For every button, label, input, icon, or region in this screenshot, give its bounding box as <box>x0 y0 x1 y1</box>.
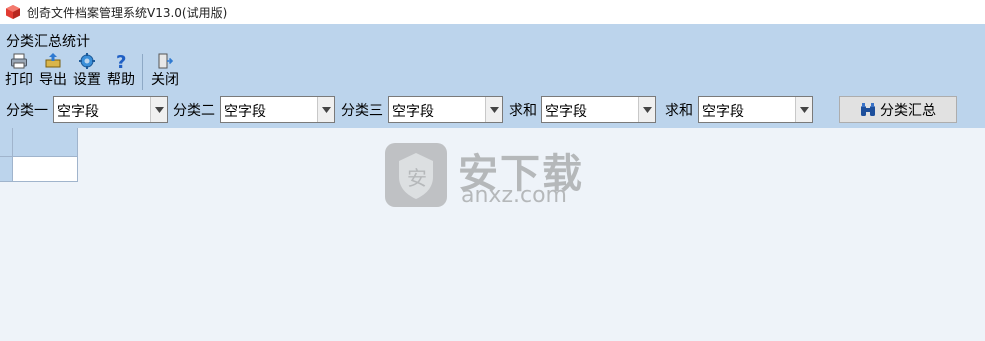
close-label: 关闭 <box>151 72 179 88</box>
category2-select[interactable]: 空字段 <box>220 96 335 123</box>
app-logo-icon <box>6 5 20 19</box>
print-button[interactable]: 打印 <box>2 52 36 89</box>
close-button[interactable]: 关闭 <box>148 52 182 89</box>
grid-corner-cell <box>0 128 13 157</box>
sum2-select[interactable]: 空字段 <box>698 96 813 123</box>
summary-button[interactable]: 分类汇总 <box>839 96 957 123</box>
grid-header-cell[interactable] <box>13 128 78 157</box>
category1-label: 分类一 <box>6 103 48 119</box>
toolbar: 打印 导出 设置 ? 帮助 关闭 <box>2 52 182 92</box>
chevron-down-icon[interactable] <box>317 97 334 122</box>
sum1-label: 求和 <box>509 103 537 119</box>
category2-label: 分类二 <box>173 103 215 119</box>
summary-button-label: 分类汇总 <box>880 102 936 119</box>
filter-bar: 分类一 空字段 分类二 空字段 分类三 空字段 求和 空字段 求和 空字段 分类… <box>0 96 985 124</box>
shield-logo-icon: 安 <box>385 143 447 207</box>
help-icon: ? <box>116 52 126 70</box>
sum2-value: 空字段 <box>702 104 744 120</box>
category1-value: 空字段 <box>57 104 99 120</box>
svg-text:?: ? <box>116 52 126 70</box>
category1-select[interactable]: 空字段 <box>53 96 168 123</box>
export-button[interactable]: 导出 <box>36 52 70 89</box>
export-icon <box>45 53 61 68</box>
sum1-value: 空字段 <box>545 104 587 120</box>
watermark-url: anxz.com <box>461 183 567 208</box>
chevron-down-icon[interactable] <box>795 97 812 122</box>
category3-label: 分类三 <box>341 103 383 119</box>
help-label: 帮助 <box>107 72 135 88</box>
category2-value: 空字段 <box>224 104 266 120</box>
category3-select[interactable]: 空字段 <box>388 96 503 123</box>
category3-value: 空字段 <box>392 104 434 120</box>
sum2-label: 求和 <box>665 103 693 119</box>
export-label: 导出 <box>39 72 67 88</box>
toolbar-separator <box>142 54 143 90</box>
binoculars-icon <box>861 102 875 116</box>
chevron-down-icon[interactable] <box>150 97 167 122</box>
watermark: 安 安下载 anxz.com <box>383 141 598 211</box>
svg-text:安: 安 <box>407 166 427 190</box>
gear-icon <box>79 53 95 69</box>
exit-door-icon <box>158 53 174 69</box>
chevron-down-icon[interactable] <box>485 97 502 122</box>
settings-label: 设置 <box>73 72 101 88</box>
window-title: 创奇文件档案管理系统V13.0(试用版) <box>27 5 228 20</box>
grid-row-header[interactable] <box>0 157 13 182</box>
settings-button[interactable]: 设置 <box>70 52 104 89</box>
help-button[interactable]: ? 帮助 <box>104 52 138 89</box>
printer-icon <box>11 53 27 69</box>
sum1-select[interactable]: 空字段 <box>541 96 656 123</box>
chevron-down-icon[interactable] <box>638 97 655 122</box>
print-label: 打印 <box>5 72 33 88</box>
title-bar: 创奇文件档案管理系统V13.0(试用版) <box>0 0 985 24</box>
control-panel: 分类汇总统计 打印 导出 设置 ? 帮助 关闭 分类一 空字段 分类二 空字段 … <box>0 24 985 128</box>
panel-title: 分类汇总统计 <box>6 34 90 50</box>
grid-cell[interactable] <box>13 157 78 182</box>
